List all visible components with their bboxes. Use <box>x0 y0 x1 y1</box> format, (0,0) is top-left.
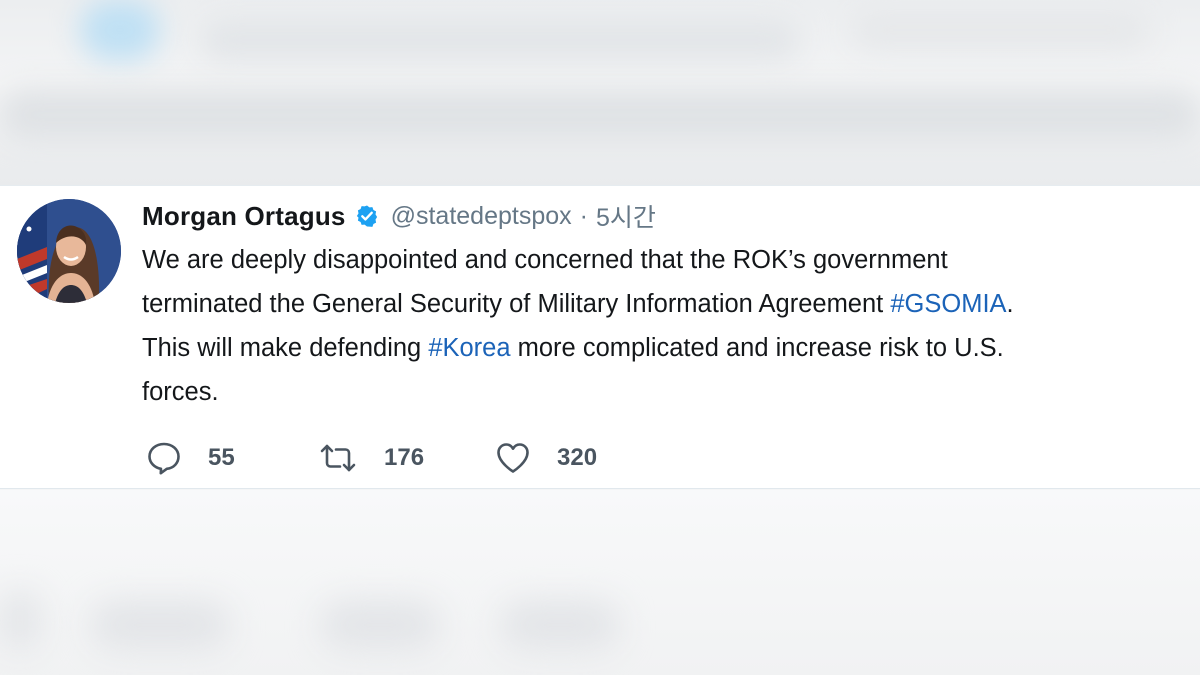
reply-count: 55 <box>208 444 235 471</box>
tweet-text-line: forces. <box>142 370 1192 414</box>
header-separator: · <box>579 201 588 230</box>
retweet-button[interactable]: 176 <box>318 438 424 478</box>
text-segment: This will make defending <box>142 334 429 362</box>
tweet-text-line: This will make defending #Korea more com… <box>142 326 1192 370</box>
tweet-timestamp[interactable]: 5시간 <box>596 198 656 234</box>
avatar[interactable] <box>17 199 121 303</box>
like-count: 320 <box>557 444 598 471</box>
verified-badge-icon <box>356 205 377 227</box>
blurred-background-top <box>0 0 1200 185</box>
reply-icon <box>148 442 180 475</box>
tweet-card[interactable]: Morgan Ortagus @statedeptspox · 5시간 We a… <box>0 185 1200 489</box>
tweet-actions: 55 176 320 <box>146 438 746 478</box>
tweet-text-line: We are deeply disappointed and concerned… <box>142 238 1192 282</box>
text-segment: We are deeply disappointed and concerned… <box>142 246 948 274</box>
retweet-count: 176 <box>384 444 425 471</box>
text-segment: more complicated and increase risk to U.… <box>510 334 1004 362</box>
hashtag-link-gsomia[interactable]: #GSOMIA <box>890 290 1006 318</box>
heart-icon <box>497 443 529 473</box>
tweet-text: We are deeply disappointed and concerned… <box>142 238 1192 414</box>
like-button[interactable]: 320 <box>495 438 597 478</box>
author-name[interactable]: Morgan Ortagus <box>142 201 346 232</box>
text-segment: forces. <box>142 378 219 406</box>
reply-button[interactable]: 55 <box>146 438 235 478</box>
retweet-icon <box>320 444 356 472</box>
text-segment: terminated the General Security of Milit… <box>142 290 891 318</box>
tweet-text-line: terminated the General Security of Milit… <box>142 282 1192 326</box>
hashtag-link-korea[interactable]: #Korea <box>428 334 510 362</box>
text-segment: . <box>1006 290 1014 318</box>
blurred-background-bottom <box>0 490 1200 675</box>
tweet-header: Morgan Ortagus @statedeptspox · 5시간 <box>142 196 656 236</box>
author-handle[interactable]: @statedeptspox <box>391 202 572 231</box>
